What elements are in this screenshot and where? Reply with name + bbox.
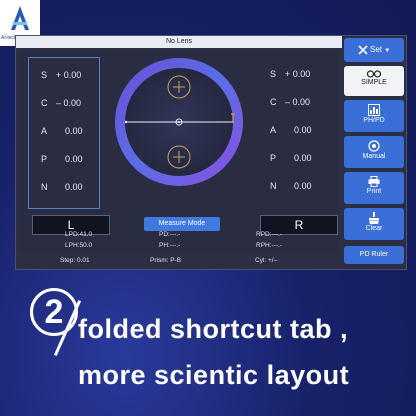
manual-button[interactable]: Manual	[344, 136, 404, 168]
glasses-icon	[367, 70, 381, 78]
prism-status: Prism: P-B	[150, 257, 182, 264]
clear-button[interactable]: Clear	[344, 208, 404, 240]
set-button[interactable]: Set ▼	[344, 38, 404, 62]
right-row-s: S + 0.00	[270, 69, 311, 79]
measurement-area: S + 0.00 C – 0.00 A 0.00 P 0.00 N 0.00 S…	[20, 51, 338, 253]
brand-logo-icon	[11, 6, 29, 30]
chart-icon	[368, 104, 380, 116]
right-row-n: N 0.00	[270, 181, 312, 191]
rpd-readout: RPD:---.-	[256, 231, 282, 238]
right-row-a: A 0.00	[270, 125, 312, 135]
right-lens-values: S + 0.00 C – 0.00 A 0.00 P 0.00 N 0.00	[258, 57, 328, 207]
print-button[interactable]: Print	[344, 172, 404, 204]
left-lens-values: S + 0.00 C – 0.00 A 0.00 P 0.00 N 0.00	[28, 57, 100, 209]
target-icon	[368, 140, 380, 152]
left-row-a: A 0.00	[41, 126, 83, 136]
left-row-p: P 0.00	[41, 154, 83, 164]
broom-icon	[369, 212, 379, 224]
pd-readout: PD:---.-	[159, 231, 181, 238]
rph-readout: RPH:---.-	[256, 242, 282, 249]
right-row-p: P 0.00	[270, 153, 312, 163]
headline-line-1: folded shortcut tab ,	[78, 314, 348, 344]
lpd-readout: LPD:41.0	[65, 231, 93, 238]
printer-icon	[368, 176, 380, 187]
status-bar: Step: 0.01 Prism: P-B Cyl: +/–	[20, 255, 338, 267]
cyl-status: Cyl: +/–	[255, 257, 278, 264]
lens-target-display	[112, 55, 246, 189]
step-status: Step: 0.01	[60, 257, 90, 264]
headline-line-2: more scientic layout	[78, 360, 350, 390]
shortcut-sidebar: Set ▼ SIMPLE PH/PD Manual Print Clear PD…	[342, 36, 406, 269]
simple-button[interactable]: SIMPLE	[344, 66, 404, 96]
pd-ruler-button[interactable]: PD Ruler	[344, 246, 404, 264]
lph-readout: LPH:50.0	[65, 242, 93, 249]
right-row-c: C – 0.00	[270, 97, 311, 107]
phpd-button[interactable]: PH/PD	[344, 100, 404, 132]
tools-icon	[358, 45, 368, 55]
ph-readout: PH:---.-	[159, 242, 181, 249]
measure-mode-button[interactable]: Measure Mode	[144, 217, 220, 231]
lens-status-title: No Lens	[16, 36, 342, 48]
left-row-s: S + 0.00	[41, 70, 82, 80]
step-number: 2	[30, 288, 78, 336]
chevron-down-icon: ▼	[384, 48, 391, 54]
left-row-n: N 0.00	[41, 182, 83, 192]
left-row-c: C – 0.00	[41, 98, 82, 108]
device-screen: No Lens S + 0.00 C – 0.00 A 0.00 P 0.00 …	[15, 35, 407, 270]
